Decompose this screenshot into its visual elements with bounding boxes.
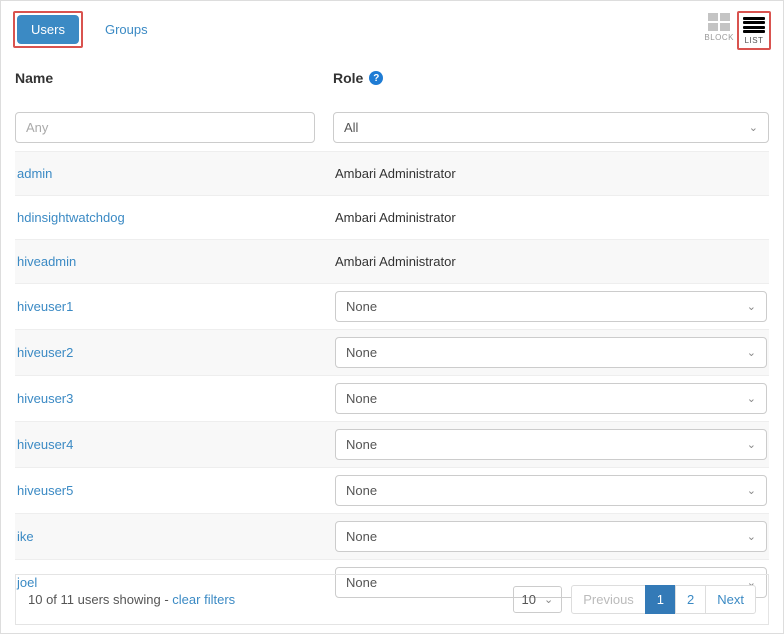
user-link[interactable]: hiveuser2 [17, 345, 317, 360]
user-link[interactable]: hiveuser3 [17, 391, 317, 406]
role-select-value: None [346, 299, 377, 314]
table-row: hiveuser4 None ⌄ [15, 421, 769, 467]
user-link[interactable]: hiveuser5 [17, 483, 317, 498]
footer-status: 10 of 11 users showing - clear filters [28, 592, 235, 607]
name-filter-input[interactable] [15, 112, 315, 143]
table-row: hiveuser5 None ⌄ [15, 467, 769, 513]
role-filter-select[interactable]: All ⌄ [333, 112, 769, 143]
column-header-name: Name [15, 70, 315, 94]
role-select-value: None [346, 437, 377, 452]
pager-next[interactable]: Next [705, 585, 756, 614]
page-size-value: 10 [522, 592, 536, 607]
chevron-down-icon: ⌄ [749, 121, 758, 134]
chevron-down-icon: ⌄ [747, 530, 756, 543]
table-row: ike None ⌄ [15, 513, 769, 559]
role-select-value: None [346, 345, 377, 360]
role-select[interactable]: None ⌄ [335, 337, 767, 368]
user-link[interactable]: hdinsightwatchdog [17, 210, 317, 225]
view-block-label: BLOCK [704, 33, 734, 42]
table-row: admin Ambari Administrator [15, 151, 769, 195]
column-header-role: Role ? [333, 70, 769, 94]
table-row: hiveuser2 None ⌄ [15, 329, 769, 375]
chevron-down-icon: ⌄ [747, 484, 756, 497]
role-select[interactable]: None ⌄ [335, 521, 767, 552]
role-select[interactable]: None ⌄ [335, 429, 767, 460]
chevron-down-icon: ⌄ [544, 593, 553, 606]
user-link[interactable]: hiveuser1 [17, 299, 317, 314]
view-block-button[interactable]: BLOCK [701, 11, 737, 44]
pager-page-1[interactable]: 1 [645, 585, 676, 614]
chevron-down-icon: ⌄ [747, 392, 756, 405]
clear-filters-link[interactable]: clear filters [172, 592, 235, 607]
table-row: hdinsightwatchdog Ambari Administrator [15, 195, 769, 239]
view-list-button[interactable]: LIST [740, 14, 768, 47]
user-link[interactable]: hiveadmin [17, 254, 317, 269]
role-select[interactable]: None ⌄ [335, 475, 767, 506]
role-text: Ambari Administrator [335, 254, 767, 269]
pagination: Previous 1 2 Next [572, 585, 756, 614]
view-list-label: LIST [745, 36, 764, 45]
role-text: Ambari Administrator [335, 166, 767, 181]
pager-page-2[interactable]: 2 [675, 585, 706, 614]
chevron-down-icon: ⌄ [747, 438, 756, 451]
role-select-value: None [346, 529, 377, 544]
view-list-highlight: LIST [737, 11, 771, 50]
tab-groups[interactable]: Groups [91, 15, 162, 44]
role-select-value: None [346, 483, 377, 498]
table-row: hiveuser1 None ⌄ [15, 283, 769, 329]
table-row: hiveuser3 None ⌄ [15, 375, 769, 421]
user-link[interactable]: admin [17, 166, 317, 181]
tab-users[interactable]: Users [17, 15, 79, 44]
user-link[interactable]: ike [17, 529, 317, 544]
tab-users-highlight: Users [13, 11, 83, 48]
role-select[interactable]: None ⌄ [335, 383, 767, 414]
table-row: hiveadmin Ambari Administrator [15, 239, 769, 283]
pager-previous[interactable]: Previous [571, 585, 646, 614]
role-select[interactable]: None ⌄ [335, 291, 767, 322]
page-size-select[interactable]: 10 ⌄ [513, 586, 563, 613]
role-select-value: None [346, 391, 377, 406]
column-header-role-text: Role [333, 70, 363, 86]
role-filter-value: All [344, 120, 358, 135]
list-icon [743, 16, 765, 34]
role-text: Ambari Administrator [335, 210, 767, 225]
grid-icon [708, 13, 730, 31]
help-icon[interactable]: ? [369, 71, 383, 85]
user-link[interactable]: hiveuser4 [17, 437, 317, 452]
chevron-down-icon: ⌄ [747, 300, 756, 313]
chevron-down-icon: ⌄ [747, 346, 756, 359]
footer-status-text: 10 of 11 users showing - [28, 592, 172, 607]
